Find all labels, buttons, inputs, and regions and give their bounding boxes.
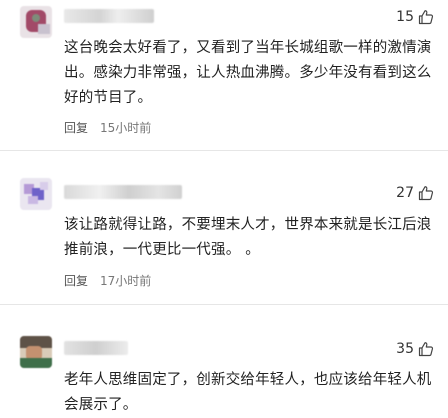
thumbs-up-icon[interactable] (418, 9, 434, 25)
divider (0, 304, 448, 305)
thumbs-up-icon[interactable] (418, 341, 434, 357)
like-control[interactable]: 15 (396, 9, 434, 25)
avatar[interactable] (20, 178, 52, 210)
avatar[interactable] (20, 336, 52, 368)
reply-button[interactable]: 回复 (64, 272, 88, 289)
thumbs-up-icon[interactable] (418, 185, 434, 201)
comment-text: 老年人思维固定了，创新交给年轻人，也应该给年轻人机会展示了。 (64, 372, 432, 413)
reply-button[interactable]: 回复 (64, 119, 88, 136)
like-count: 15 (396, 9, 414, 25)
username[interactable] (64, 185, 182, 199)
avatar[interactable] (20, 6, 52, 38)
comment-meta: 回复 17小时前 (64, 272, 151, 289)
username[interactable] (64, 9, 154, 23)
like-count: 27 (396, 185, 414, 201)
timestamp: 15小时前 (100, 121, 152, 135)
like-control[interactable]: 35 (396, 341, 434, 357)
like-control[interactable]: 27 (396, 185, 434, 201)
comment-text: 该让路就得让路，不要埋末人才，世界本来就是长江后浪推前浪，一代更比一代强。 。 (64, 217, 432, 258)
divider (0, 150, 448, 151)
like-count: 35 (396, 341, 414, 357)
comment-meta: 回复 15小时前 (64, 119, 151, 136)
username[interactable] (64, 341, 128, 355)
comment-text: 这台晚会太好看了，又看到了当年长城组歌一样的激情演出。感染力非常强，让人热血沸腾… (64, 40, 432, 106)
timestamp: 17小时前 (100, 274, 152, 288)
